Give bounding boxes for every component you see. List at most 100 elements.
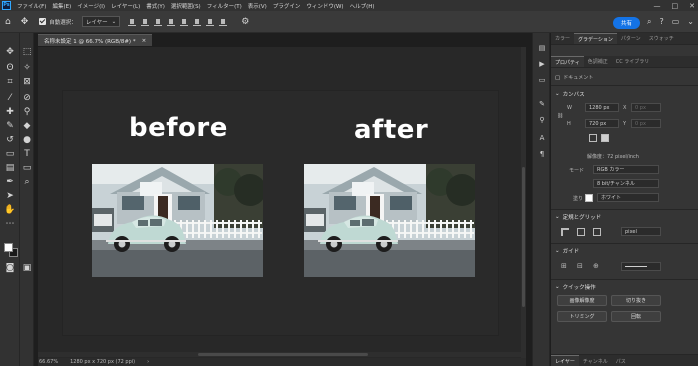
menu-edit[interactable]: 編集(E) (49, 2, 74, 10)
align-top-icon[interactable] (167, 18, 176, 26)
menu-select[interactable]: 選択範囲(S) (168, 2, 204, 10)
share-button[interactable]: 共有 (612, 17, 640, 29)
width-field[interactable]: 1280 px (585, 103, 619, 112)
after-photo[interactable] (304, 164, 475, 277)
tab-channels[interactable]: チャンネル (579, 355, 612, 366)
comments-icon[interactable]: ▭ (537, 75, 547, 85)
crop-button[interactable]: 切り抜き (611, 295, 661, 306)
color-swatches[interactable] (4, 243, 18, 257)
rulers-grid-section-title[interactable]: ⌄ 定規とグリッド (555, 213, 601, 221)
move-tool-icon[interactable]: ✥ (21, 17, 29, 27)
ruler-icon[interactable]: ⊘ (19, 91, 35, 105)
menu-type[interactable]: 書式(Y) (143, 2, 168, 10)
tab-layers[interactable]: レイヤー (551, 355, 579, 366)
guides-visibility-icon[interactable]: ⊞ (561, 262, 567, 270)
canvas-section-title[interactable]: ⌄ カンバス (555, 90, 585, 98)
auto-select-dropdown[interactable]: レイヤー ⌄ (81, 16, 121, 27)
tab-gradient[interactable]: グラデーション (574, 33, 617, 44)
bit-depth-dropdown[interactable]: 8 bit/チャンネル (593, 179, 659, 188)
chevron-down-icon[interactable]: ⌄ (687, 17, 694, 27)
tab-paths[interactable]: パス (612, 355, 630, 366)
gear-icon[interactable]: ⚙ (241, 17, 249, 27)
menu-view[interactable]: 表示(V) (245, 2, 270, 10)
eyedropper-icon[interactable]: ⁄ (2, 91, 18, 105)
menu-plugins[interactable]: プラグイン (270, 2, 304, 10)
path-select-icon[interactable]: ➤ (2, 189, 18, 203)
healing-brush-icon[interactable]: ✚ (2, 105, 18, 119)
guides-new-icon[interactable]: ⊕ (593, 262, 599, 270)
rulers-icon[interactable] (561, 228, 569, 236)
frame-icon[interactable]: ⊠ (19, 75, 35, 89)
before-label[interactable]: before (129, 113, 228, 143)
minimize-icon[interactable]: — (654, 2, 661, 10)
fill-dropdown[interactable]: ホワイト (597, 193, 659, 202)
pixel-grid-icon[interactable] (593, 228, 601, 236)
tab-color[interactable]: カラー (551, 33, 574, 44)
zoom-icon[interactable]: ⌕ (19, 175, 35, 189)
zoom-level[interactable]: 66.67% (39, 359, 58, 365)
rectangle-icon[interactable]: ▭ (19, 161, 35, 175)
lasso-icon[interactable]: ʘ (2, 61, 18, 75)
eraser-icon[interactable]: ▭ (2, 147, 18, 161)
tab-properties[interactable]: プロパティ (551, 56, 584, 67)
more-tools-icon[interactable]: ⋯ (2, 217, 18, 231)
fill-color-swatch[interactable] (585, 194, 593, 202)
menu-layer[interactable]: レイヤー(L) (108, 2, 143, 10)
text-icon[interactable]: T (19, 147, 35, 161)
grid-icon[interactable] (577, 228, 585, 236)
tab-adjustments[interactable]: 色調補正 (584, 56, 612, 67)
history-icon[interactable]: ▤ (537, 43, 547, 53)
quick-select-icon[interactable]: ✧ (19, 61, 35, 75)
home-icon[interactable]: ⌂ (5, 17, 11, 27)
distribute-icon[interactable] (206, 18, 215, 26)
workspace-icon[interactable]: ▭ (672, 17, 680, 27)
maximize-icon[interactable]: □ (672, 2, 679, 10)
blur-icon[interactable]: ◆ (19, 119, 35, 133)
hand-icon[interactable]: ✋ (2, 203, 18, 217)
quick-mask-icon[interactable]: ◙ (2, 261, 18, 275)
crop-icon[interactable]: ⌗ (2, 75, 18, 89)
menu-image[interactable]: イメージ(I) (74, 2, 108, 10)
align-center-icon[interactable] (141, 18, 150, 26)
tab-cc-libraries[interactable]: CC ライブラリ (612, 56, 654, 67)
link-dimensions-icon[interactable]: ⛓ (557, 113, 563, 119)
foreground-color-swatch[interactable] (4, 243, 13, 252)
chevron-right-icon[interactable]: › (147, 359, 149, 365)
quick-actions-section-title[interactable]: ⌄ クイック操作 (555, 283, 596, 291)
mode-dropdown[interactable]: RGB カラー (593, 165, 659, 174)
align-left-icon[interactable] (128, 18, 137, 26)
more-options-icon[interactable] (219, 18, 228, 26)
landscape-orientation-icon[interactable] (601, 134, 609, 142)
vertical-scroll-thumb[interactable] (522, 167, 525, 307)
clone-source-icon[interactable]: ⚲ (537, 115, 547, 125)
menu-filter[interactable]: フィルター(T) (204, 2, 245, 10)
before-photo[interactable] (92, 164, 263, 277)
horizontal-scrollbar[interactable] (38, 352, 521, 357)
close-icon[interactable]: ✕ (689, 2, 695, 10)
document-info[interactable]: 1280 px x 720 px (72 ppi) (70, 359, 135, 365)
help-icon[interactable]: ? (659, 17, 663, 27)
tab-pattern[interactable]: パターン (617, 33, 645, 44)
pen-icon[interactable]: ✒ (2, 175, 18, 189)
dodge-icon[interactable]: ● (19, 133, 35, 147)
search-icon[interactable]: ⌕ (647, 17, 651, 27)
menu-file[interactable]: ファイル(F) (14, 2, 49, 10)
align-middle-icon[interactable] (180, 18, 189, 26)
menu-help[interactable]: ヘルプ(H) (347, 2, 378, 10)
history-brush-icon[interactable]: ↺ (2, 133, 18, 147)
auto-select-checkbox[interactable] (39, 18, 47, 25)
x-field[interactable]: 0 px (631, 103, 661, 112)
tab-swatches[interactable]: スウォッチ (645, 33, 678, 44)
document-tab[interactable]: 名称未設定 1 @ 66.7% (RGB/8#) * × (38, 34, 153, 46)
image-size-button[interactable]: 画像解像度 (557, 295, 607, 306)
rotate-button[interactable]: 回転 (611, 311, 661, 322)
guides-lock-icon[interactable]: ⊟ (577, 262, 583, 270)
actions-icon[interactable]: ▶ (537, 59, 547, 69)
paragraph-icon[interactable]: ¶ (537, 149, 547, 159)
close-tab-icon[interactable]: × (142, 38, 147, 44)
screen-mode-icon[interactable]: ▣ (19, 261, 35, 275)
marquee-icon[interactable]: ⬚ (19, 45, 35, 59)
vertical-scrollbar[interactable] (521, 47, 526, 358)
height-field[interactable]: 720 px (585, 119, 619, 128)
ruler-unit-dropdown[interactable]: pixel (621, 227, 661, 236)
